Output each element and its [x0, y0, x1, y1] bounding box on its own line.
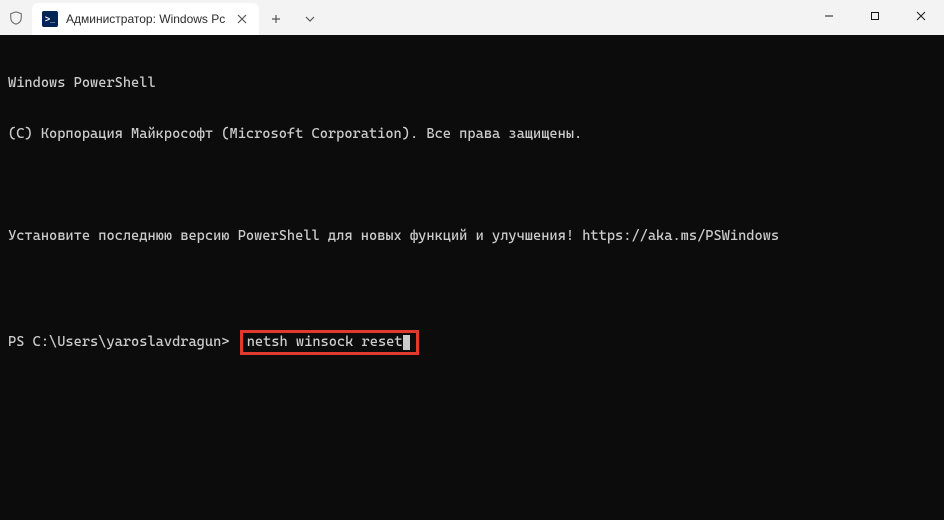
tab-dropdown-button[interactable] [293, 3, 327, 35]
prompt-text: PS C:\Users\yaroslavdragun> [8, 334, 238, 351]
terminal-blank-line [8, 279, 936, 296]
window-controls [806, 0, 944, 32]
terminal-blank-line [8, 177, 936, 194]
app-window: >_ Администратор: Windows Pc Windows Po [0, 0, 944, 520]
command-highlight-box: netsh winsock reset [240, 330, 419, 355]
command-text: netsh winsock reset [247, 334, 403, 351]
text-cursor [403, 335, 410, 350]
prompt-line: PS C:\Users\yaroslavdragun> netsh winsoc… [8, 330, 936, 355]
powershell-icon: >_ [42, 11, 58, 27]
titlebar: >_ Администратор: Windows Pc [0, 0, 944, 35]
new-tab-button[interactable] [259, 3, 293, 35]
minimize-button[interactable] [806, 0, 852, 32]
window-close-button[interactable] [898, 0, 944, 32]
maximize-button[interactable] [852, 0, 898, 32]
terminal-line: Установите последнюю версию PowerShell д… [8, 228, 936, 245]
terminal-line: (C) Корпорация Майкрософт (Microsoft Cor… [8, 126, 936, 143]
tab-active[interactable]: >_ Администратор: Windows Pc [32, 3, 259, 35]
tab-close-button[interactable] [233, 10, 251, 28]
tab-title: Администратор: Windows Pc [66, 12, 225, 26]
uac-shield-icon [0, 0, 32, 35]
terminal-line: Windows PowerShell [8, 75, 936, 92]
terminal-pane[interactable]: Windows PowerShell (C) Корпорация Майкро… [0, 35, 944, 520]
